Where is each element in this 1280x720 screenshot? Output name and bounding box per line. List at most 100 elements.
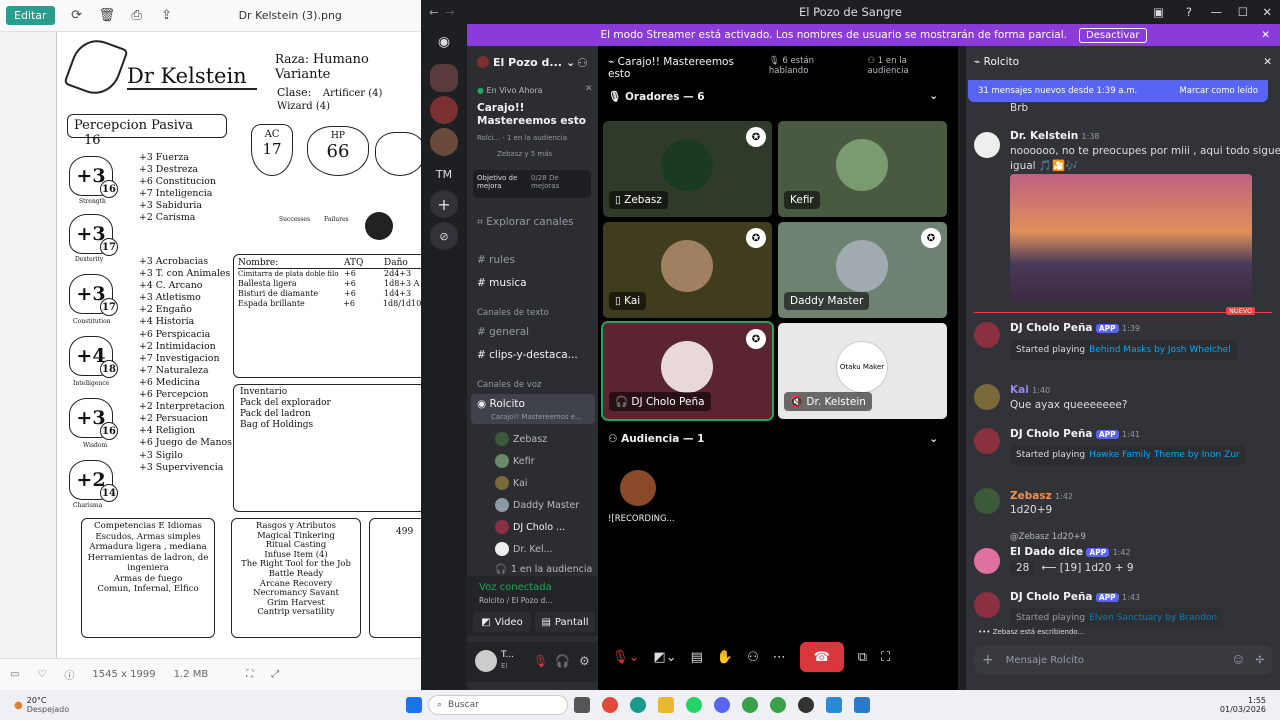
new-messages-bar[interactable]: 31 mensajes nuevos desde 1:39 a.m. Marcar…	[968, 80, 1268, 102]
avatar[interactable]	[974, 592, 1000, 618]
speakers-header[interactable]: 🎙 Oradores — 6 ⌄	[608, 90, 938, 103]
voice-user[interactable]: Kai	[495, 476, 528, 490]
server-icon[interactable]	[430, 128, 458, 156]
audience-header[interactable]: ⚇ Audiencia — 1 ⌄	[608, 433, 938, 445]
camera-off-icon[interactable]: ◩⌄	[653, 650, 676, 665]
boost-goal[interactable]: Objetivo de mejora 0/28 De mejoras	[473, 170, 591, 198]
minimize-icon[interactable]: —	[1211, 5, 1223, 19]
print-icon[interactable]: ⎙	[129, 8, 145, 23]
calculator-icon[interactable]	[854, 697, 870, 713]
mark-read-button[interactable]: Marcar como leído	[1179, 86, 1258, 96]
close-banner-icon[interactable]: ✕	[1261, 29, 1270, 41]
mute-icon[interactable]: 🎙⌄	[612, 650, 639, 665]
mute-icon[interactable]: 🎙	[533, 654, 548, 668]
avatar[interactable]	[974, 548, 1000, 574]
invite-icon[interactable]: ⚇	[747, 650, 759, 665]
close-chat-icon[interactable]: ✕	[1263, 56, 1272, 68]
clock[interactable]: 1:55 01/03/2026	[1220, 696, 1266, 714]
hangup-button[interactable]: ☎	[799, 642, 844, 672]
shared-image[interactable]	[1010, 174, 1252, 302]
avatar[interactable]	[974, 132, 1000, 158]
chrome-icon[interactable]	[602, 697, 618, 713]
voice-user[interactable]: Zebasz	[495, 432, 547, 446]
weather-widget[interactable]: ● 20°C Despejado	[14, 696, 354, 714]
server-tm-icon[interactable]: TM	[430, 160, 458, 188]
favorite-icon[interactable]: ♡	[37, 669, 46, 680]
discord-icon[interactable]	[714, 697, 730, 713]
whatsapp-icon[interactable]	[686, 697, 702, 713]
screen-share-button[interactable]: ▤ Pantall	[535, 612, 595, 632]
more-icon[interactable]: ⋯	[773, 650, 786, 665]
app-icon[interactable]	[770, 697, 786, 713]
request-speak-icon[interactable]: ✋	[717, 650, 733, 665]
voice-connected[interactable]: Voz conectada	[479, 582, 552, 593]
channel-general[interactable]: # general	[477, 326, 529, 338]
server-icon[interactable]	[430, 64, 458, 92]
message-input[interactable]: Mensaje Rolcito	[1006, 655, 1221, 666]
delete-icon[interactable]: 🗑	[99, 8, 116, 23]
explorer-icon[interactable]	[658, 697, 674, 713]
filmstrip-icon[interactable]: ▭	[10, 669, 19, 680]
message-input-box[interactable]: + Mensaje Rolcito ☺ ✣	[974, 646, 1272, 674]
info-icon[interactable]: ⓘ	[64, 667, 74, 682]
app-icon[interactable]	[798, 697, 814, 713]
deafen-icon[interactable]: 🎧	[555, 654, 570, 668]
back-icon[interactable]: ←	[429, 5, 439, 19]
rotate-icon[interactable]: ⟳	[69, 8, 85, 23]
explore-channels[interactable]: ⌗ Explorar canales	[477, 216, 574, 229]
edit-button[interactable]: Editar	[6, 6, 55, 25]
speaker-tile[interactable]: ✪ 🎧 DJ Cholo Peña	[601, 321, 774, 421]
discord-home-icon[interactable]: ◉	[430, 28, 458, 56]
photos-icon[interactable]	[826, 697, 842, 713]
reply-reference[interactable]: @Zebasz 1d20+9	[1010, 532, 1086, 542]
fullscreen-icon[interactable]: ⤢	[271, 669, 279, 680]
speaker-tile[interactable]: Kefir	[778, 121, 947, 217]
discover-icon[interactable]: ⊘	[430, 222, 458, 250]
avatar[interactable]	[974, 428, 1000, 454]
video-button[interactable]: ◩ Video	[473, 612, 531, 632]
channel-rules[interactable]: # rules	[477, 254, 515, 266]
avatar[interactable]	[974, 384, 1000, 410]
app-icon[interactable]	[742, 697, 758, 713]
speaker-tile[interactable]: ✪ ▯ Kai	[603, 222, 772, 318]
attach-icon[interactable]: +	[982, 652, 994, 668]
edge-icon[interactable]	[630, 697, 646, 713]
server-header[interactable]: El Pozo d... ⌄	[477, 56, 575, 69]
avatar[interactable]	[620, 470, 656, 506]
maximize-icon[interactable]: ☐	[1238, 5, 1248, 19]
avatar[interactable]	[974, 488, 1000, 514]
emoji-icon[interactable]: ☺	[1233, 655, 1243, 666]
add-server-icon[interactable]: +	[430, 190, 458, 218]
apps-icon[interactable]: ✣	[1256, 655, 1264, 666]
help-icon[interactable]: ?	[1186, 5, 1192, 19]
voice-user[interactable]: Kefir	[495, 454, 535, 468]
inbox-icon[interactable]: ▣	[1153, 5, 1164, 19]
fit-icon[interactable]: ⛶	[246, 669, 253, 680]
settings-gear-icon[interactable]: ⚙	[579, 654, 590, 668]
disable-streamer-button[interactable]: Desactivar	[1079, 27, 1147, 43]
screen-share-icon[interactable]: ▤	[691, 650, 703, 665]
add-member-icon[interactable]: ⚇	[577, 56, 588, 70]
task-view-icon[interactable]	[574, 697, 590, 713]
close-live-icon[interactable]: ✕	[585, 84, 593, 94]
avatar[interactable]	[974, 322, 1000, 348]
start-icon[interactable]	[406, 697, 422, 713]
forward-icon[interactable]: →	[445, 5, 455, 19]
share-icon[interactable]: ⇪	[159, 8, 175, 23]
voice-user[interactable]: Daddy Master	[495, 498, 579, 512]
channel-clips[interactable]: # clips-y-destaca...	[477, 349, 578, 361]
channel-musica[interactable]: # musica	[477, 277, 527, 289]
speaker-tile[interactable]: Otaku Maker 🔇 Dr. Kelstein	[778, 323, 947, 419]
popout-icon[interactable]: ⧉	[858, 650, 867, 665]
voice-user[interactable]: DJ Cholo ...	[495, 520, 565, 534]
text-channels-header[interactable]: Canales de texto	[477, 308, 549, 318]
voice-user[interactable]: Dr. Kel...	[495, 542, 553, 556]
server-icon[interactable]	[430, 96, 458, 124]
voice-channels-header[interactable]: Canales de voz	[477, 380, 541, 390]
search-box[interactable]: ⌕ Buscar	[428, 695, 568, 715]
avatar[interactable]	[475, 650, 497, 672]
close-window-icon[interactable]: ✕	[1262, 5, 1272, 19]
speaker-tile[interactable]: ✪ ▯ Zebasz	[603, 121, 772, 217]
fullscreen-icon[interactable]: ⛶	[881, 650, 890, 665]
speaker-tile[interactable]: ✪ Daddy Master	[778, 222, 947, 318]
